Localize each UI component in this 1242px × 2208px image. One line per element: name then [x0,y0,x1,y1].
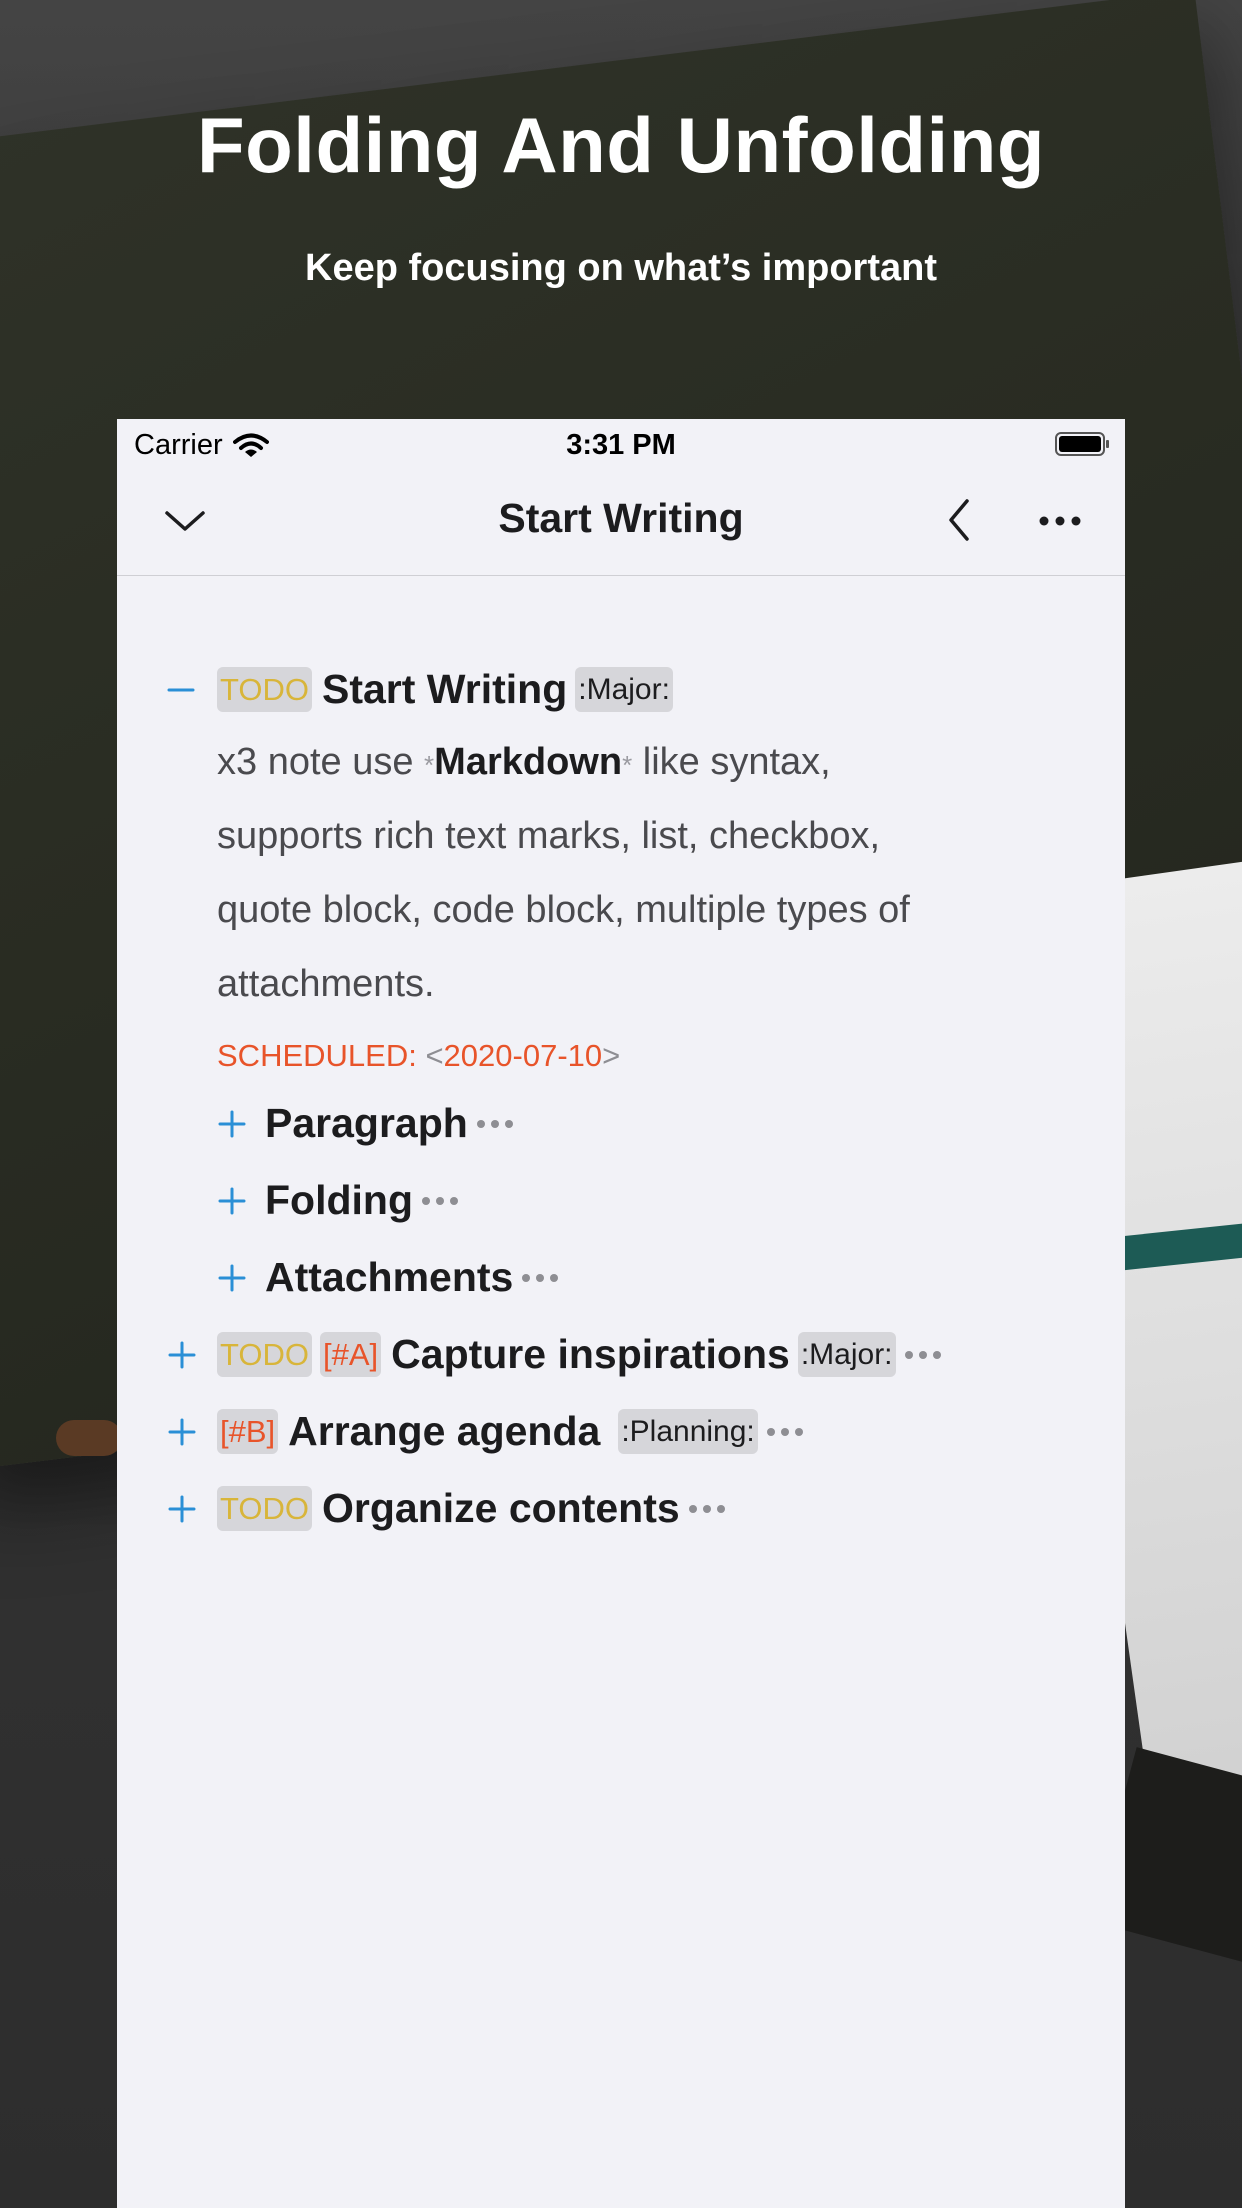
promo-subheadline: Keep focusing on what’s important [305,247,937,289]
body-line-3: quote block, code block, multiple types … [217,889,910,931]
priority-badge: [#A] [320,1332,382,1377]
outline-child-attachments[interactable]: Attachments [215,1254,559,1301]
scheduled-line[interactable]: SCHEDULED: <2020-07-10> [217,1038,620,1074]
markdown-mark: * [424,750,435,780]
expand-plus-icon[interactable] [165,1492,199,1526]
heading-title: Capture inspirations [391,1331,790,1377]
folded-ellipsis-icon[interactable] [766,1426,804,1438]
chevron-left-icon[interactable] [939,493,979,547]
outline-heading-main[interactable]: TODO Start Writing :Major: [165,666,673,713]
body-line-2: supports rich text marks, list, checkbox… [217,815,881,857]
tag-badge: :Major: [797,1332,896,1377]
folded-ellipsis-icon[interactable] [476,1118,514,1130]
folded-ellipsis-icon[interactable] [421,1195,459,1207]
todo-badge: TODO [217,1332,312,1377]
todo-badge: TODO [217,1486,312,1531]
heading-title: Paragraph [265,1100,468,1146]
heading-title: Folding [265,1177,414,1223]
expand-plus-icon[interactable] [215,1184,249,1218]
outline-heading-organize-contents[interactable]: TODO Organize contents [165,1485,726,1532]
folded-ellipsis-icon[interactable] [521,1272,559,1284]
expand-plus-icon[interactable] [215,1107,249,1141]
todo-badge: TODO [217,667,312,712]
markdown-mark: * [622,750,633,780]
heading-title: Attachments [265,1254,514,1300]
outline-child-paragraph[interactable]: Paragraph [215,1100,514,1147]
heading-title: Start Writing [322,666,568,712]
scheduled-bracket-open: < [416,1038,444,1073]
outline-child-folding[interactable]: Folding [215,1177,459,1224]
folded-ellipsis-icon[interactable] [904,1349,942,1361]
body-text-segment: like syntax, [632,741,831,783]
heading-title: Arrange agenda [288,1408,601,1454]
priority-badge: [#B] [217,1409,279,1454]
outline-heading-capture-inspirations[interactable]: TODO [#A] Capture inspirations :Major: [165,1331,942,1378]
status-bar: Carrier 3:31 PM [117,419,1125,471]
folded-ellipsis-icon[interactable] [688,1503,726,1515]
tag-badge: :Planning: [618,1409,758,1454]
body-line-4: attachments. [217,963,435,1005]
body-text-segment: x3 note use [217,741,425,783]
status-time: 3:31 PM [566,429,676,461]
scheduled-date: 2020-07-10 [443,1038,603,1073]
expand-plus-icon[interactable] [215,1261,249,1295]
battery-icon [1055,431,1111,456]
scheduled-bracket-close: > [602,1038,621,1073]
outline-heading-arrange-agenda[interactable]: [#B] Arrange agenda :Planning: [165,1408,804,1455]
more-icon[interactable] [1037,501,1083,541]
tag-badge: :Major: [575,667,673,712]
expand-plus-icon[interactable] [165,1338,199,1372]
navigation-bar: Start Writing [117,471,1125,576]
markdown-bold-word: Markdown [434,741,623,783]
promo-headline: Folding And Unfolding [196,101,1045,189]
app-screen: Carrier 3:31 PM Start Writing TODO Start… [117,419,1125,2208]
collapse-minus-icon[interactable] [165,673,199,707]
body-line-1: x3 note use *Markdown* like syntax, [217,741,831,784]
background-pencil [56,1420,122,1456]
expand-plus-icon[interactable] [165,1415,199,1449]
heading-title: Organize contents [322,1485,680,1531]
scheduled-keyword: SCHEDULED: [217,1038,417,1073]
